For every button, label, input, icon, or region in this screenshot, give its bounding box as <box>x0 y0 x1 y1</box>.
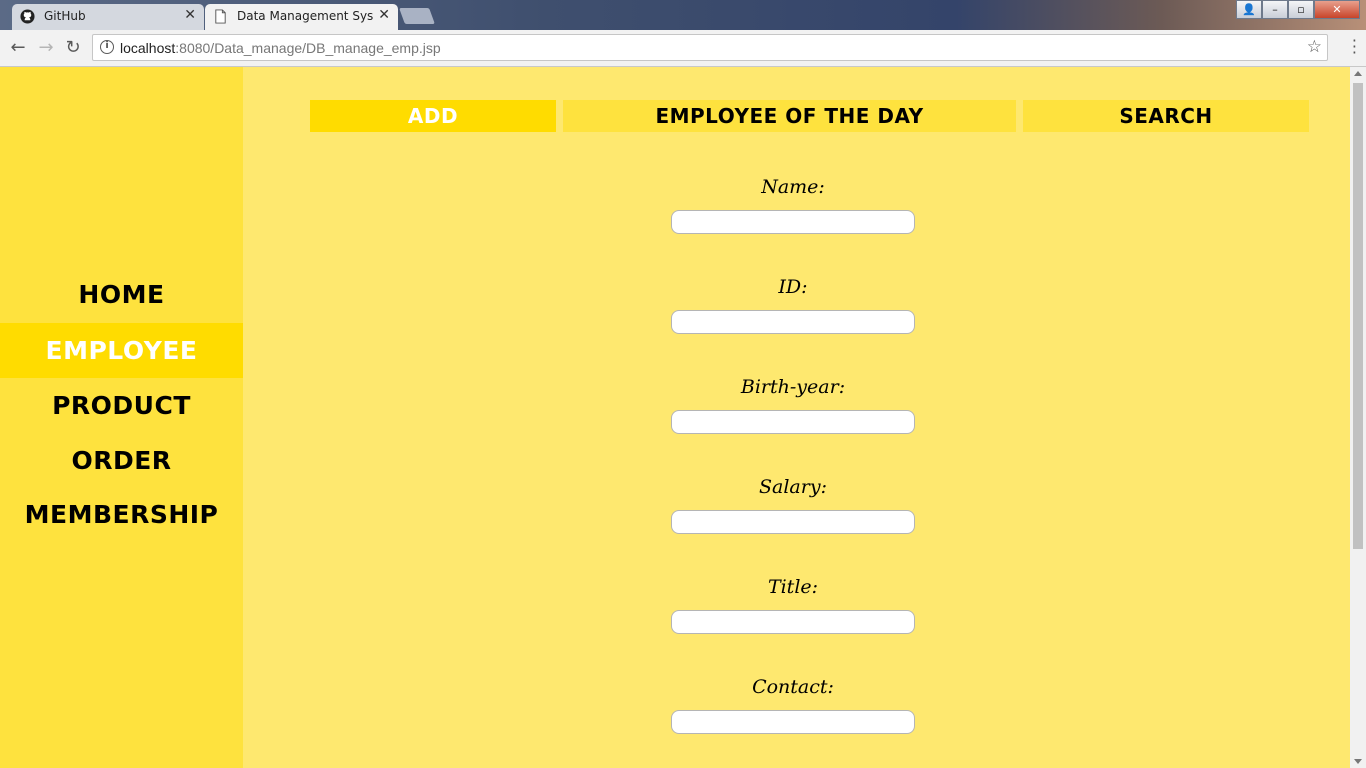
page-content: HOME EMPLOYEE PRODUCT ORDER MEMBERSHIP A… <box>0 67 1350 768</box>
close-window-button[interactable]: ✕ <box>1314 0 1360 19</box>
tab-github[interactable]: GitHub ✕ <box>12 4 204 30</box>
browser-toolbar: ← → ↻ i localhost:8080/Data_manage/DB_ma… <box>0 30 1366 67</box>
url-text[interactable]: localhost:8080/Data_manage/DB_manage_emp… <box>120 40 441 56</box>
sidebar-item-order[interactable]: ORDER <box>0 433 243 488</box>
id-label: ID: <box>778 276 808 298</box>
info-icon[interactable]: i <box>100 40 114 54</box>
user-icon[interactable]: 👤 <box>1236 0 1262 19</box>
address-bar[interactable]: i localhost:8080/Data_manage/DB_manage_e… <box>92 34 1328 61</box>
salary-field[interactable] <box>671 510 915 534</box>
sidebar-item-membership[interactable]: MEMBERSHIP <box>0 487 243 542</box>
contact-label: Contact: <box>752 676 834 698</box>
id-field[interactable] <box>671 310 915 334</box>
scroll-up-icon[interactable] <box>1354 71 1362 76</box>
page-icon <box>215 9 226 24</box>
sidebar-item-product[interactable]: PRODUCT <box>0 378 243 433</box>
title-label: Title: <box>767 576 819 598</box>
github-icon <box>20 9 35 24</box>
tab-label: Data Management Syst <box>237 9 373 23</box>
close-icon[interactable]: ✕ <box>378 7 390 23</box>
tab-add[interactable]: ADD <box>310 100 556 132</box>
sidebar: HOME EMPLOYEE PRODUCT ORDER MEMBERSHIP <box>0 67 243 768</box>
birth-year-field[interactable] <box>671 410 915 434</box>
name-field[interactable] <box>671 210 915 234</box>
tab-search[interactable]: SEARCH <box>1023 100 1309 132</box>
forward-icon[interactable]: → <box>34 36 58 60</box>
new-tab-button[interactable] <box>399 8 435 24</box>
scroll-thumb[interactable] <box>1353 83 1363 549</box>
contact-field[interactable] <box>671 710 915 734</box>
close-icon[interactable]: ✕ <box>184 7 196 23</box>
url-host: localhost <box>120 40 176 56</box>
scrollbar[interactable] <box>1350 67 1366 768</box>
tab-label: GitHub <box>44 9 86 23</box>
birth-year-label: Birth-year: <box>740 376 846 398</box>
back-icon[interactable]: ← <box>6 36 30 60</box>
menu-icon[interactable]: · · · <box>1352 33 1357 61</box>
maximize-button[interactable]: ▫ <box>1288 0 1314 19</box>
reload-icon[interactable]: ↻ <box>61 36 85 60</box>
bookmark-star-icon[interactable]: ☆ <box>1307 37 1322 57</box>
minimize-button[interactable]: – <box>1262 0 1288 19</box>
url-path: :8080/Data_manage/DB_manage_emp.jsp <box>175 40 441 56</box>
scroll-down-icon[interactable] <box>1354 759 1362 764</box>
title-field[interactable] <box>671 610 915 634</box>
tab-data-management[interactable]: Data Management Syst ✕ <box>205 4 398 30</box>
name-label: Name: <box>761 176 825 198</box>
browser-titlebar: GitHub ✕ Data Management Syst ✕ 👤 – ▫ ✕ <box>0 0 1366 30</box>
sidebar-item-employee[interactable]: EMPLOYEE <box>0 323 243 378</box>
sidebar-item-home[interactable]: HOME <box>0 267 243 322</box>
tab-employee-of-the-day[interactable]: EMPLOYEE OF THE DAY <box>563 100 1016 132</box>
salary-label: Salary: <box>759 476 827 498</box>
